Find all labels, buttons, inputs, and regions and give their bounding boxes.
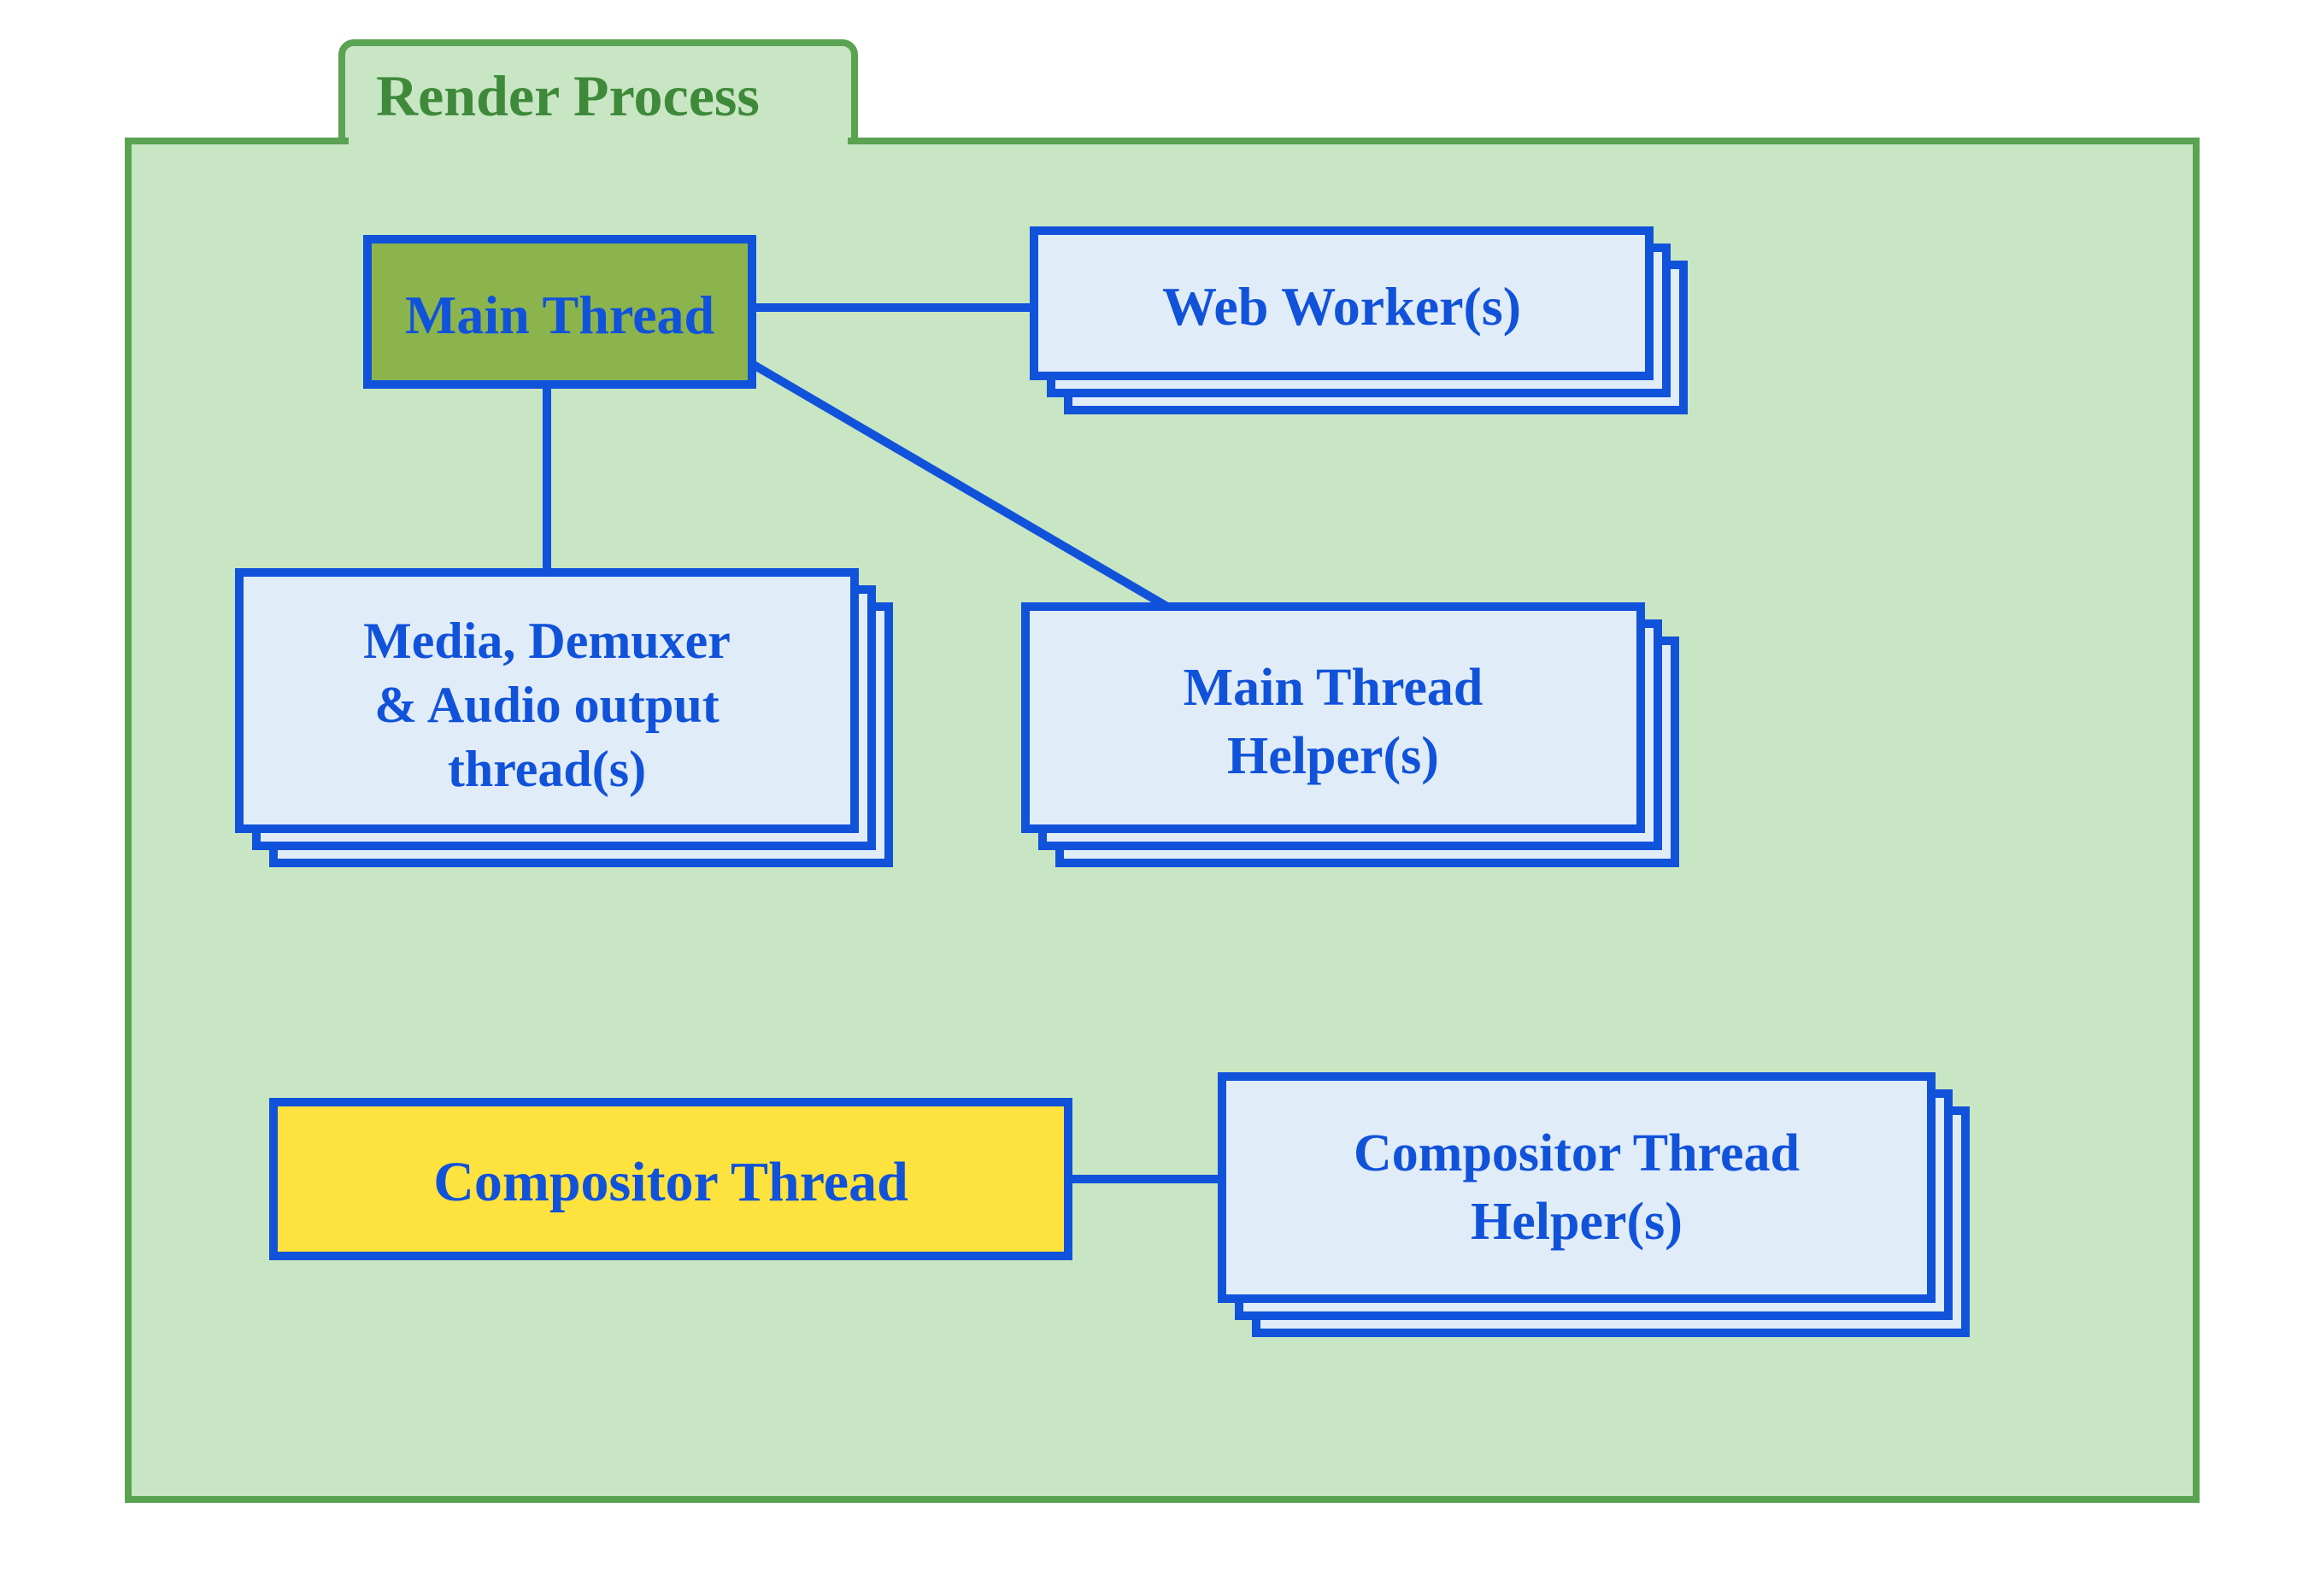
container-title: Render Process	[376, 63, 760, 128]
label-media-line2: & Audio output	[374, 677, 719, 733]
label-main-thread: Main Thread	[405, 285, 714, 345]
node-compositor-helpers: Compositor Thread Helper(s)	[1222, 1077, 1965, 1333]
node-main-thread-helpers: Main Thread Helper(s)	[1025, 607, 1675, 863]
label-compositor-helper-line2: Helper(s)	[1471, 1193, 1683, 1251]
label-media-line3: thread(s)	[448, 741, 646, 797]
label-web-workers: Web Worker(s)	[1162, 276, 1521, 337]
label-main-helper-line2: Helper(s)	[1227, 727, 1439, 785]
label-compositor-helper-line1: Compositor Thread	[1354, 1124, 1800, 1182]
node-compositor-thread: Compositor Thread	[273, 1102, 1068, 1256]
label-compositor-thread: Compositor Thread	[433, 1151, 908, 1213]
node-media-threads: Media, Demuxer & Audio output thread(s)	[239, 572, 889, 863]
render-process-diagram: Render Process Main Thread Web Worker(s)	[0, 0, 2297, 1596]
node-main-thread: Main Thread	[367, 239, 752, 384]
label-media-line1: Media, Demuxer	[363, 613, 731, 669]
node-web-workers: Web Worker(s)	[1034, 231, 1683, 410]
label-main-helper-line1: Main Thread	[1184, 659, 1483, 717]
